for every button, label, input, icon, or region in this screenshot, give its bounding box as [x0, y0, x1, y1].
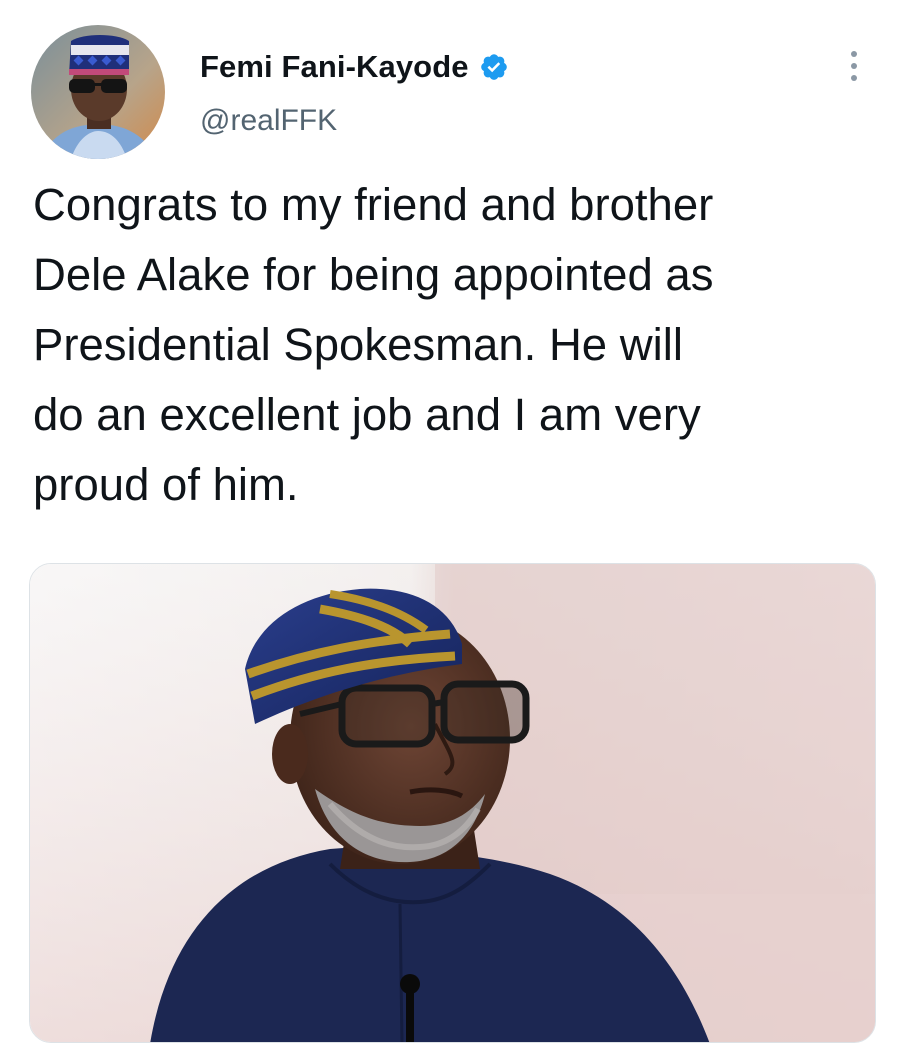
- verified-badge-icon: [479, 52, 509, 82]
- tweet-text: Congrats to my friend and brother Dele A…: [33, 179, 714, 510]
- tweet-media-photo[interactable]: [29, 563, 876, 1043]
- author-display-name[interactable]: Femi Fani-Kayode: [200, 49, 469, 85]
- photo-image: [30, 564, 875, 1042]
- author-name-row: Femi Fani-Kayode: [200, 47, 509, 87]
- author-avatar[interactable]: [31, 25, 165, 159]
- avatar-photo: [31, 25, 165, 159]
- more-options-icon[interactable]: [836, 44, 872, 88]
- author-handle[interactable]: @realFFK: [200, 104, 337, 138]
- more-dot: [851, 75, 857, 81]
- more-dot: [851, 63, 857, 69]
- more-dot: [851, 51, 857, 57]
